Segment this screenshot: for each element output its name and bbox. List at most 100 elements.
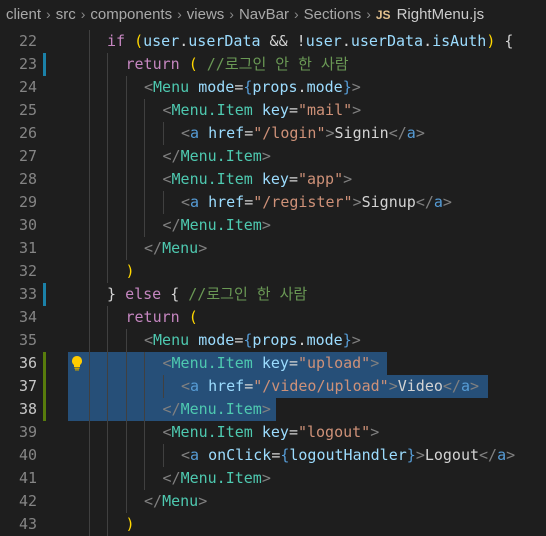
git-change-marker[interactable]: [43, 398, 46, 421]
code-line[interactable]: 36 <Menu.Item key="upload">: [0, 352, 546, 375]
code-text: </Menu.Item>: [163, 398, 271, 421]
breadcrumb-item-navbar[interactable]: NavBar: [239, 6, 289, 23]
code-line[interactable]: 32): [0, 260, 546, 283]
code-token: =: [288, 101, 298, 119]
indent-guide: [125, 99, 127, 122]
indent-guide: [88, 444, 90, 467]
code-line[interactable]: 27 </Menu.Item>: [0, 145, 546, 168]
indent-guide: [88, 191, 90, 214]
code-text: </Menu>: [144, 237, 207, 260]
code-line[interactable]: 35 <Menu mode={props.mode}>: [0, 329, 546, 352]
code-token: userData: [188, 32, 261, 50]
code-token: a: [497, 446, 507, 464]
code-line[interactable]: 23 return ( //로그인 안 한 사람: [0, 53, 546, 76]
indent-guide: [144, 467, 145, 490]
code-token: =: [244, 124, 254, 142]
code-line[interactable]: 29 <a href="/register">Signup</a>: [0, 191, 546, 214]
git-change-marker[interactable]: [43, 53, 46, 76]
code-token: >: [198, 239, 208, 257]
code-text: <Menu.Item key="upload">: [163, 352, 380, 375]
breadcrumb-item-file[interactable]: RightMenu.js: [397, 6, 485, 23]
indent-guide: [162, 375, 164, 398]
code-editor[interactable]: 22 if (user.userData && !user.userData.is…: [0, 28, 546, 536]
git-change-marker[interactable]: [43, 375, 46, 398]
indent-guide: [107, 490, 108, 513]
line-number: 26: [18, 124, 37, 142]
code-token: a: [190, 124, 200, 142]
indent-guide: [162, 191, 164, 214]
breadcrumb-item-client[interactable]: client: [6, 6, 41, 23]
line-number: 37: [18, 377, 37, 395]
code-line[interactable]: 40 <a onClick={logoutHandler}>Logout</a>: [0, 444, 546, 467]
code-line[interactable]: 30 </Menu.Item>: [0, 214, 546, 237]
chevron-right-icon: ›: [46, 6, 51, 22]
code-text: </Menu.Item>: [163, 145, 271, 168]
code-line[interactable]: 39 <Menu.Item key="logout">: [0, 421, 546, 444]
code-token: Menu.Item: [171, 423, 253, 441]
code-text: </Menu.Item>: [163, 467, 271, 490]
breadcrumb-item-src[interactable]: src: [56, 6, 76, 23]
code-token: </: [479, 446, 498, 464]
indent-guide: [107, 306, 108, 329]
code-token: Logout: [424, 446, 480, 464]
code-token: return: [125, 55, 180, 73]
code-token: =: [271, 446, 281, 464]
code-token: >: [351, 331, 361, 349]
indent-guide: [125, 214, 127, 237]
git-change-marker[interactable]: [43, 283, 46, 306]
line-number: 23: [18, 55, 37, 73]
code-token: =: [288, 354, 298, 372]
breadcrumb-item-components[interactable]: components: [90, 6, 172, 23]
code-token: </: [144, 239, 163, 257]
indent-guide: [107, 375, 108, 398]
code-token: //로그인 안 한 사람: [206, 55, 349, 73]
git-change-marker[interactable]: [43, 352, 46, 375]
code-token: "logout": [297, 423, 371, 441]
code-token: a: [190, 446, 200, 464]
code-token: "app": [297, 170, 344, 188]
code-token: && !: [260, 32, 306, 50]
breadcrumb-item-sections[interactable]: Sections: [304, 6, 362, 23]
code-line[interactable]: 24 <Menu mode={props.mode}>: [0, 76, 546, 99]
line-number: 33: [18, 285, 37, 303]
code-line[interactable]: 28 <Menu.Item key="app">: [0, 168, 546, 191]
code-token: =: [244, 377, 254, 395]
indent-guide: [144, 352, 145, 375]
code-line[interactable]: 34 return (: [0, 306, 546, 329]
code-text: <Menu mode={props.mode}>: [144, 76, 361, 99]
code-line[interactable]: 22 if (user.userData && !user.userData.is…: [0, 30, 546, 53]
indent-guide: [88, 421, 90, 444]
code-token: </: [388, 124, 407, 142]
code-token: user: [143, 32, 180, 50]
indent-guide: [125, 122, 127, 145]
code-line[interactable]: 41 </Menu.Item>: [0, 467, 546, 490]
code-text: <a href="/login">Signin</a>: [181, 122, 425, 145]
code-token: >: [470, 377, 480, 395]
code-token: </: [162, 400, 181, 418]
line-number: 22: [18, 32, 37, 50]
indent-guide: [88, 398, 90, 421]
code-line[interactable]: 31 </Menu>: [0, 237, 546, 260]
code-line[interactable]: 38 </Menu.Item>: [0, 398, 546, 421]
code-token: {: [161, 285, 189, 303]
code-line[interactable]: 37 <a href="/video/upload">Video</a>: [0, 375, 546, 398]
code-text: <a href="/register">Signup</a>: [181, 191, 452, 214]
breadcrumb-item-views[interactable]: views: [187, 6, 225, 23]
code-line[interactable]: 33} else { //로그인 한 사람: [0, 283, 546, 306]
indent-guide: [88, 53, 90, 76]
code-line[interactable]: 42 </Menu>: [0, 490, 546, 513]
code-text: <Menu.Item key="logout">: [163, 421, 380, 444]
indent-guide: [88, 260, 90, 283]
lightbulb-icon[interactable]: [70, 355, 84, 371]
code-token: key: [261, 170, 289, 188]
code-line[interactable]: 26 <a href="/login">Signin</a>: [0, 122, 546, 145]
code-text: if (user.userData && !user.userData.isAu…: [107, 30, 513, 53]
code-line[interactable]: 43): [0, 513, 546, 536]
code-token: >: [388, 377, 398, 395]
indent-guide: [107, 99, 108, 122]
code-line[interactable]: 25 <Menu.Item key="mail">: [0, 99, 546, 122]
code-token: >: [261, 400, 271, 418]
